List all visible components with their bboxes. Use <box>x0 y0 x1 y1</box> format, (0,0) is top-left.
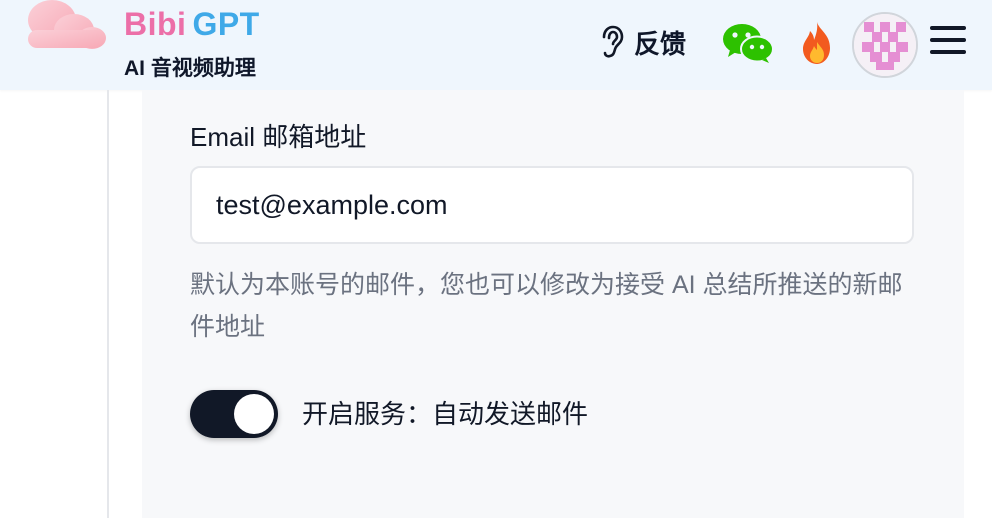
toggle-knob <box>234 394 274 434</box>
sidebar-divider <box>107 90 109 518</box>
auto-send-toggle[interactable] <box>190 390 278 438</box>
brand-tagline: AI 音视频助理 <box>124 57 256 80</box>
menu-line <box>930 50 966 54</box>
email-field[interactable] <box>190 166 914 244</box>
email-help-text: 默认为本账号的邮件，您也可以修改为接受 AI 总结所推送的新邮件地址 <box>190 271 903 341</box>
brand-name-part2: GPT <box>192 6 260 42</box>
menu-line <box>930 26 966 30</box>
wechat-icon[interactable] <box>722 22 774 64</box>
auto-send-toggle-label: 开启服务：自动发送邮件 <box>302 399 589 429</box>
email-label: Email 邮箱地址 <box>190 122 367 152</box>
feedback-label: 反馈 <box>634 28 687 59</box>
menu-line <box>930 38 966 42</box>
brand-name[interactable]: Bibi GPT <box>124 6 260 42</box>
feedback-link[interactable]: 反馈 <box>598 24 686 60</box>
cloud-logo-icon[interactable] <box>22 0 108 52</box>
fire-icon[interactable] <box>798 20 836 66</box>
ear-icon <box>602 25 624 58</box>
avatar[interactable] <box>852 12 918 78</box>
brand-name-part1: Bibi <box>124 6 187 42</box>
top-header: Bibi GPT AI 音视频助理 反馈 <box>0 0 992 90</box>
hamburger-menu-icon[interactable] <box>930 26 966 58</box>
identicon-avatar <box>854 14 916 76</box>
